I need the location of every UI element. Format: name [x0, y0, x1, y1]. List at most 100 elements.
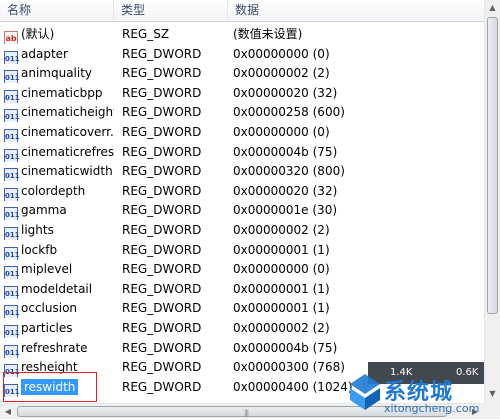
value-type-cell: REG_DWORD: [122, 46, 202, 61]
scroll-grip-icon: |||: [244, 409, 249, 417]
string-value-icon: ab: [4, 31, 18, 44]
value-type-cell: REG_SZ: [122, 27, 170, 41]
value-name-label: gamma: [21, 203, 67, 218]
value-type-cell: REG_DWORD: [122, 125, 202, 139]
value-type-cell: REG_DWORD: [122, 144, 202, 159]
value-type-cell: REG_DWORD: [122, 242, 202, 257]
registry-value-row[interactable]: 011animquality REG_DWORD 0x00000002 (2): [0, 63, 484, 84]
value-type-cell: REG_DWORD: [122, 262, 202, 277]
value-type-cell: REG_DWORD: [122, 66, 202, 81]
value-data-cell: 0x00000002 (2): [233, 66, 330, 81]
registry-value-row[interactable]: 011cinematicheight REG_DWORD 0x00000258 (6…: [0, 102, 484, 123]
dword-value-icon: 011: [4, 50, 20, 64]
dword-value-icon: 011: [4, 89, 20, 103]
scrollbar-corner: [484, 403, 500, 419]
value-name-cell: 011cinematicbpp: [4, 83, 114, 103]
dword-value-icon: 011: [4, 285, 20, 299]
watermark-logo-icon: [350, 374, 380, 410]
registry-value-row[interactable]: 011lights REG_DWORD 0x00000002 (2): [0, 220, 484, 240]
value-data-cell: 0x00000020 (32): [233, 85, 338, 100]
value-name-cell: 011cinematicoverr...: [4, 122, 114, 142]
watermark: 系统城 xitongcheng.com: [344, 362, 484, 419]
registry-value-row[interactable]: 011occlusion REG_DWORD 0x00000001 (1): [0, 298, 484, 319]
value-data-cell: 0x00000002 (2): [233, 223, 330, 237]
registry-value-row[interactable]: ab (默认) REG_SZ (数值未设置): [0, 24, 484, 44]
dword-value-icon: 011: [4, 109, 20, 123]
value-name-cell: 011occlusion: [4, 298, 114, 319]
value-name-cell: 011modeldetail: [4, 279, 114, 299]
value-name-cell: 011cinematicwidth: [4, 161, 114, 182]
value-name-cell: ab (默认): [4, 24, 114, 44]
value-data-cell: 0x00000002 (2): [233, 321, 330, 335]
value-name-cell: 011animquality: [4, 63, 114, 84]
vertical-scrollbar[interactable]: ▲ ▼: [484, 0, 500, 403]
column-header-data[interactable]: 数据: [228, 0, 484, 21]
value-name-cell: 011colordepth: [4, 181, 114, 201]
value-type-cell: REG_DWORD: [122, 164, 202, 179]
dword-value-icon: 011: [4, 187, 20, 201]
value-data-cell: (数值未设置): [233, 27, 303, 41]
value-type-cell: REG_DWORD: [122, 301, 202, 316]
value-data-cell: 0x00000000 (0): [233, 46, 330, 61]
registry-value-row[interactable]: 011cinematicoverr... REG_DWORD 0x00000000 …: [0, 122, 484, 142]
value-name-label: modeldetail: [21, 281, 93, 296]
registry-values-list: ab (默认) REG_SZ (数值未设置) 011adapter REG_DWORD 0x…: [0, 24, 484, 401]
scroll-left-arrow-icon[interactable]: ◀: [0, 404, 16, 420]
value-name-label: colordepth: [21, 183, 86, 198]
registry-value-row[interactable]: 011refreshrate REG_DWORD 0x0000004b (75): [0, 338, 484, 358]
value-name-label: miplevel: [21, 262, 73, 277]
value-name-cell: 011lights: [4, 220, 114, 240]
value-name-cell: 011adapter: [4, 44, 114, 64]
dword-value-icon: 011: [4, 207, 20, 221]
value-data-cell: 0x00000001 (1): [233, 301, 330, 316]
value-name-cell: 011particles: [4, 318, 114, 338]
value-name-label: particles: [21, 321, 73, 335]
value-type-cell: REG_DWORD: [122, 223, 202, 237]
value-type-cell: REG_DWORD: [122, 105, 202, 120]
highlight-box: [3, 372, 97, 402]
value-name-label: lockfb: [21, 242, 58, 257]
registry-value-row[interactable]: 011lockfb REG_DWORD 0x00000001 (1): [0, 240, 484, 260]
value-name-label: cinematicrefresh: [21, 144, 114, 159]
value-name-label: lights: [21, 223, 54, 237]
value-data-cell: 0x00000320 (800): [233, 164, 345, 179]
registry-value-row[interactable]: 011cinematicbpp REG_DWORD 0x00000020 (32): [0, 83, 484, 103]
value-data-cell: 0x00000000 (0): [233, 125, 330, 139]
dword-value-icon: 011: [4, 305, 20, 319]
registry-value-row[interactable]: 011colordepth REG_DWORD 0x00000020 (32): [0, 181, 484, 201]
registry-value-row[interactable]: 011modeldetail REG_DWORD 0x00000001 (1): [0, 279, 484, 299]
value-name-label: cinematicbpp: [21, 85, 103, 100]
value-type-cell: REG_DWORD: [122, 203, 202, 218]
value-data-cell: 0x0000001e (30): [233, 203, 338, 218]
value-data-cell: 0x0000004b (75): [233, 340, 338, 355]
scroll-down-arrow-icon[interactable]: ▼: [485, 386, 500, 402]
value-name-label: animquality: [21, 66, 93, 81]
value-name-cell: 011lockfb: [4, 240, 114, 260]
vertical-scroll-thumb[interactable]: [487, 17, 498, 314]
registry-value-row[interactable]: 011cinematicrefresh REG_DWORD 0x0000004b (…: [0, 142, 484, 162]
registry-value-row[interactable]: 011miplevel REG_DWORD 0x00000000 (0): [0, 259, 484, 280]
column-header-type[interactable]: 类型: [114, 0, 228, 21]
value-type-cell: REG_DWORD: [122, 340, 202, 355]
value-name-cell: 011miplevel: [4, 259, 114, 280]
dword-value-icon: 011: [4, 246, 20, 260]
registry-value-row[interactable]: 011gamma REG_DWORD 0x0000001e (30): [0, 200, 484, 221]
value-data-cell: 0x0000004b (75): [233, 144, 338, 159]
value-name-label: adapter: [21, 46, 68, 61]
registry-value-row[interactable]: 011adapter REG_DWORD 0x00000000 (0): [0, 44, 484, 64]
value-data-cell: 0x00000001 (1): [233, 281, 330, 296]
value-type-cell: REG_DWORD: [122, 379, 202, 394]
value-name-label: cinematicoverr...: [21, 125, 114, 139]
value-type-cell: REG_DWORD: [122, 85, 202, 100]
registry-value-row[interactable]: 011particles REG_DWORD 0x00000002 (2): [0, 318, 484, 338]
value-name-label: occlusion: [21, 301, 78, 316]
watermark-url: xitongcheng.com: [384, 402, 480, 415]
registry-value-row[interactable]: 011cinematicwidth REG_DWORD 0x00000320 (80…: [0, 161, 484, 182]
column-header-name[interactable]: 名称: [0, 0, 114, 21]
value-name-cell: 011gamma: [4, 200, 114, 221]
value-name-label: (默认): [21, 27, 55, 41]
value-data-cell: 0x00000020 (32): [233, 183, 338, 198]
value-type-cell: REG_DWORD: [122, 360, 202, 375]
dword-value-icon: 011: [4, 168, 20, 182]
scroll-up-arrow-icon[interactable]: ▲: [485, 0, 500, 16]
